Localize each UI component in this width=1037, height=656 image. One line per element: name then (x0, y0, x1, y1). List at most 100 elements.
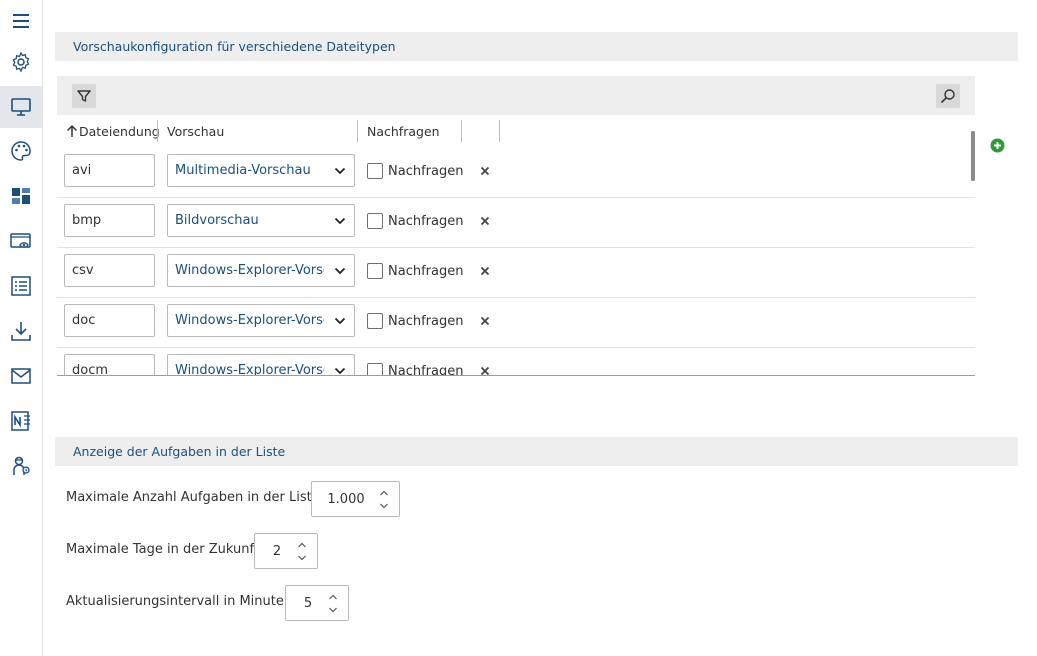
chevron-up-icon (298, 542, 306, 548)
gear-icon (12, 51, 30, 73)
chevron-down-icon (334, 367, 346, 375)
table-row: bmp Bildvorschau Nachfragen (57, 198, 975, 248)
preview-type-value: Multimedia-Vorschau (175, 163, 311, 178)
column-header-extension[interactable]: Dateiendung (65, 120, 160, 142)
list-icon (11, 276, 31, 296)
close-icon (480, 366, 490, 375)
extension-input[interactable]: doc (64, 304, 155, 337)
palette-icon (11, 141, 31, 161)
checkbox-box[interactable] (367, 313, 383, 329)
max-tasks-value[interactable]: 1.000 (312, 492, 380, 507)
delete-row-button[interactable] (478, 314, 492, 328)
sidebar-item-theme[interactable] (0, 130, 42, 172)
sidebar-item-download[interactable] (0, 310, 42, 352)
refresh-interval-value[interactable]: 5 (286, 596, 330, 611)
close-icon (480, 266, 490, 276)
sidebar-item-list[interactable] (0, 265, 42, 307)
monitor-icon (11, 98, 31, 116)
decrement-button[interactable] (297, 551, 309, 564)
extension-input[interactable]: avi (64, 154, 155, 187)
extension-input[interactable]: bmp (64, 204, 155, 237)
dashboard-icon (12, 188, 30, 204)
extension-value: docm (72, 363, 109, 376)
ask-checkbox[interactable]: Nachfragen (367, 213, 463, 229)
sidebar-item-dashboard[interactable] (0, 175, 42, 217)
chevron-down-icon (298, 555, 306, 561)
chevron-down-icon (334, 167, 346, 175)
extension-value: csv (72, 263, 94, 278)
preview-type-select[interactable]: Bildvorschau (167, 204, 355, 237)
grid-scrollbar-thumb[interactable] (971, 131, 975, 181)
preview-type-select[interactable]: Windows-Explorer-Vorschau (167, 254, 355, 287)
sidebar-item-agent[interactable] (0, 445, 42, 487)
checkbox-box[interactable] (367, 363, 383, 375)
extension-input[interactable]: csv (64, 254, 155, 287)
ask-checkbox-label: Nachfragen (388, 263, 464, 279)
max-days-spinner[interactable]: 2 (254, 533, 318, 569)
ask-checkbox-label: Nachfragen (388, 163, 464, 179)
column-header-extension-label: Dateiendung (79, 123, 160, 139)
search-button[interactable] (936, 84, 960, 108)
checkbox-box[interactable] (367, 213, 383, 229)
max-tasks-spinner[interactable]: 1.000 (311, 481, 400, 517)
sidebar-item-settings[interactable] (0, 41, 42, 83)
add-row-button[interactable] (990, 138, 1005, 153)
extension-value: avi (72, 163, 92, 178)
delete-row-button[interactable] (478, 364, 492, 375)
table-row: docm Windows-Explorer-Vorschau Nachfragen (57, 348, 975, 376)
chevron-down-icon (380, 503, 388, 509)
preview-type-select[interactable]: Windows-Explorer-Vorschau (167, 354, 355, 376)
extension-input[interactable]: docm (64, 354, 155, 376)
preview-type-select[interactable]: Multimedia-Vorschau (167, 154, 355, 187)
ask-checkbox-label: Nachfragen (388, 313, 464, 329)
sidebar-item-mail[interactable] (0, 355, 42, 397)
ask-checkbox[interactable]: Nachfragen (367, 163, 463, 179)
chevron-up-icon (329, 594, 337, 600)
column-separator[interactable] (499, 120, 500, 142)
table-row: avi Multimedia-Vorschau Nachfragen (57, 148, 975, 198)
extension-value: bmp (72, 213, 102, 228)
ask-checkbox[interactable]: Nachfragen (367, 313, 463, 329)
column-separator[interactable] (461, 120, 462, 142)
ask-checkbox[interactable]: Nachfragen (367, 263, 463, 279)
refresh-interval-spinner[interactable]: 5 (285, 585, 349, 621)
preview-grid: Dateiendung Vorschau Nachfragen avi Multi… (57, 76, 975, 376)
column-header-ask[interactable]: Nachfragen (367, 120, 440, 142)
max-days-value[interactable]: 2 (255, 544, 299, 559)
close-icon (480, 166, 490, 176)
ask-checkbox-label: Nachfragen (388, 363, 464, 376)
increment-button[interactable] (328, 590, 340, 603)
menu-button[interactable] (0, 0, 42, 42)
delete-row-button[interactable] (478, 214, 492, 228)
max-days-label: Maximale Tage in der Zukunft (66, 542, 259, 557)
column-header-preview[interactable]: Vorschau (167, 120, 224, 142)
chevron-down-icon (334, 317, 346, 325)
max-tasks-label: Maximale Anzahl Aufgaben in der Liste (66, 490, 320, 505)
increment-button[interactable] (297, 538, 309, 551)
refresh-interval-label: Aktualisierungsintervall in Minuten (66, 594, 293, 609)
sidebar-item-preview[interactable] (0, 220, 42, 262)
column-header-ask-label: Nachfragen (367, 123, 440, 139)
preview-type-value: Windows-Explorer-Vorschau (175, 363, 324, 376)
sidebar (0, 0, 43, 656)
delete-row-button[interactable] (478, 164, 492, 178)
preview-type-select[interactable]: Windows-Explorer-Vorschau (167, 304, 355, 337)
chevron-down-icon (334, 267, 346, 275)
decrement-button[interactable] (379, 499, 391, 512)
preview-section-title: Vorschaukonfiguration für verschiedene D… (73, 39, 396, 54)
delete-row-button[interactable] (478, 264, 492, 278)
search-icon (940, 89, 955, 104)
decrement-button[interactable] (328, 603, 340, 616)
ask-checkbox[interactable]: Nachfragen (367, 363, 464, 376)
checkbox-box[interactable] (367, 263, 383, 279)
filter-button[interactable] (72, 84, 96, 108)
column-separator[interactable] (157, 120, 158, 142)
sidebar-item-display[interactable] (0, 86, 42, 128)
chevron-up-icon (380, 490, 388, 496)
filter-icon (77, 90, 91, 102)
checkbox-box[interactable] (367, 163, 383, 179)
preview-type-value: Bildvorschau (175, 213, 259, 228)
sidebar-item-onenote[interactable] (0, 400, 42, 442)
column-separator[interactable] (357, 120, 358, 142)
increment-button[interactable] (379, 486, 391, 499)
